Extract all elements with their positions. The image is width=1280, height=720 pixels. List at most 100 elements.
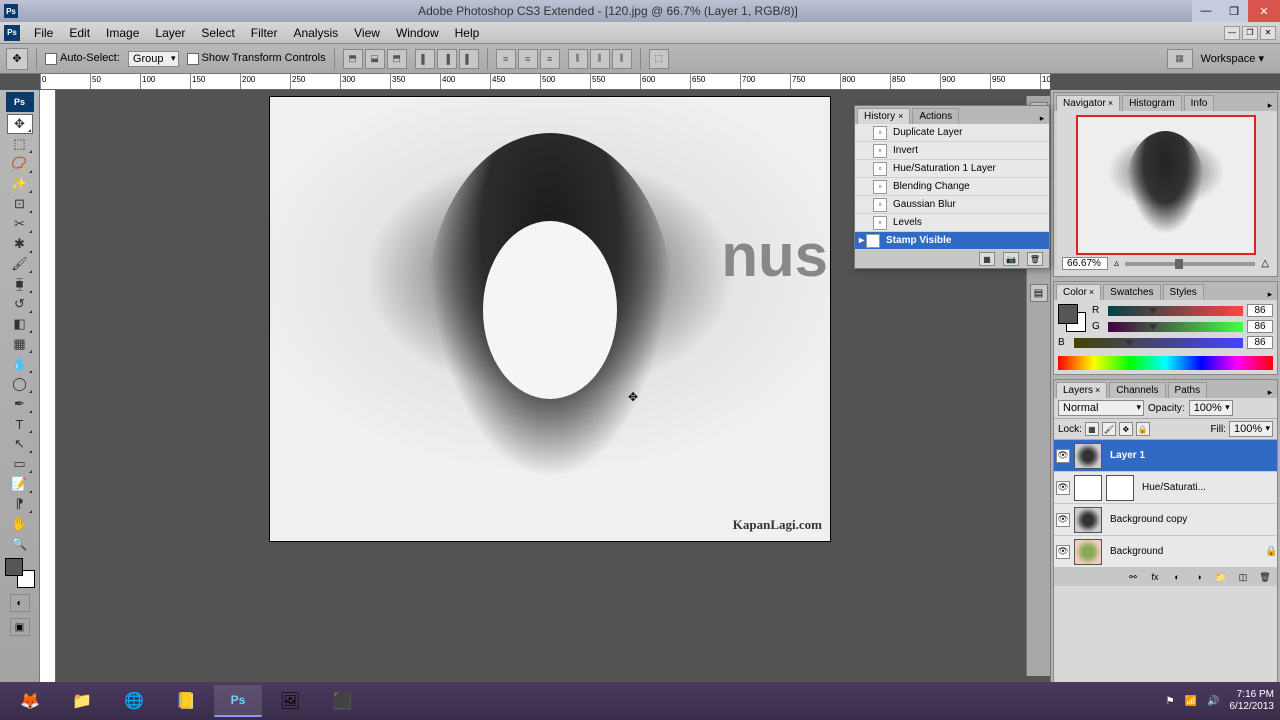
pen-tool[interactable]: ✒ <box>7 394 33 414</box>
lasso-tool[interactable]: 📿 <box>7 154 33 174</box>
link-layers-icon[interactable]: ⚯ <box>1125 570 1141 584</box>
tab-styles[interactable]: Styles <box>1163 284 1204 300</box>
gradient-tool[interactable]: ▦ <box>7 334 33 354</box>
tab-info[interactable]: Info <box>1184 95 1215 111</box>
new-doc-from-state-icon[interactable]: ▦ <box>979 252 995 266</box>
dist-bottom[interactable]: ≡ <box>540 49 560 69</box>
color-swatches[interactable] <box>5 558 35 588</box>
lock-all[interactable]: 🔒 <box>1136 422 1150 436</box>
screen-mode-toggle[interactable]: ▣ <box>10 618 30 636</box>
wand-tool[interactable]: ✨ <box>7 174 33 194</box>
navigator-thumbnail[interactable] <box>1076 115 1256 255</box>
opacity-input[interactable]: 100% <box>1189 400 1233 416</box>
workspace-dropdown[interactable]: Workspace ▾ <box>1201 52 1264 65</box>
b-slider[interactable] <box>1074 338 1243 348</box>
tray-volume-icon[interactable]: 🔊 <box>1207 696 1219 707</box>
new-layer-icon[interactable]: ◫ <box>1235 570 1251 584</box>
go-to-bridge[interactable]: ▦ <box>1167 49 1193 69</box>
color-ramp[interactable] <box>1058 356 1273 370</box>
layer-thumbnail[interactable] <box>1074 507 1102 533</box>
g-slider[interactable] <box>1108 322 1243 332</box>
tab-histogram[interactable]: Histogram <box>1122 95 1182 111</box>
taskbar-photos[interactable]: 🖼 <box>266 685 314 717</box>
history-item[interactable]: ▫Hue/Saturation 1 Layer <box>855 160 1049 178</box>
layer-row[interactable]: 👁Hue/Saturati... <box>1054 472 1277 504</box>
layer-name[interactable]: Background <box>1106 546 1261 557</box>
taskbar-photoshop[interactable]: Ps <box>214 685 262 717</box>
align-left[interactable]: ▌ <box>415 49 435 69</box>
visibility-toggle[interactable]: 👁 <box>1056 449 1070 463</box>
visibility-toggle[interactable]: 👁 <box>1056 545 1070 559</box>
tab-paths[interactable]: Paths <box>1168 382 1208 398</box>
dodge-tool[interactable]: ◯ <box>7 374 33 394</box>
align-top[interactable]: ⬒ <box>343 49 363 69</box>
menu-help[interactable]: Help <box>447 24 488 42</box>
maximize-button[interactable]: ❐ <box>1220 0 1248 22</box>
tab-color[interactable]: Color× <box>1056 284 1101 300</box>
visibility-toggle[interactable]: 👁 <box>1056 513 1070 527</box>
menu-window[interactable]: Window <box>388 24 447 42</box>
blend-mode-dropdown[interactable]: Normal <box>1058 400 1144 416</box>
brush-tool[interactable]: 🖌 <box>7 254 33 274</box>
tab-channels[interactable]: Channels <box>1109 382 1165 398</box>
zoom-out-icon[interactable]: ▵ <box>1114 258 1119 269</box>
document-canvas[interactable]: nus KapanLagi.com <box>269 96 831 542</box>
tray-clock[interactable]: 7:16 PM 6/12/2013 <box>1230 689 1275 713</box>
zoom-slider[interactable] <box>1125 262 1255 266</box>
layer-thumbnail[interactable] <box>1074 539 1102 565</box>
tab-layers[interactable]: Layers× <box>1056 382 1107 398</box>
taskbar-explorer[interactable]: 📁 <box>58 685 106 717</box>
doc-minimize[interactable]: — <box>1224 26 1240 40</box>
layer-mask-thumbnail[interactable] <box>1106 475 1134 501</box>
doc-restore[interactable]: ❐ <box>1242 26 1258 40</box>
menu-layer[interactable]: Layer <box>147 24 193 42</box>
align-right[interactable]: ▌ <box>459 49 479 69</box>
heal-tool[interactable]: ✱ <box>7 234 33 254</box>
history-item[interactable]: ▫Levels <box>855 214 1049 232</box>
dist-left[interactable]: ⫼ <box>568 49 588 69</box>
layer-name[interactable]: Hue/Saturati... <box>1138 482 1277 493</box>
auto-select-checkbox[interactable]: Auto-Select: <box>45 52 120 64</box>
blur-tool[interactable]: 💧 <box>7 354 33 374</box>
menu-select[interactable]: Select <box>193 24 242 42</box>
taskbar-app[interactable]: ⬛ <box>318 685 366 717</box>
taskbar-notes[interactable]: 📒 <box>162 685 210 717</box>
auto-select-dropdown[interactable]: Group <box>128 51 179 67</box>
move-tool-indicator[interactable]: ✥ <box>6 48 28 70</box>
zoom-value-input[interactable]: 66.67% <box>1062 257 1108 270</box>
b-input[interactable]: 86 <box>1247 336 1273 349</box>
notes-tool[interactable]: 📝 <box>7 474 33 494</box>
hand-tool[interactable]: ✋ <box>7 514 33 534</box>
tray-flag-icon[interactable]: ⚑ <box>1166 696 1175 707</box>
menu-filter[interactable]: Filter <box>243 24 286 42</box>
delete-state-icon[interactable]: 🗑 <box>1027 252 1043 266</box>
close-button[interactable]: ✕ <box>1248 0 1280 22</box>
layer-style-icon[interactable]: fx <box>1147 570 1163 584</box>
layer-mask-icon[interactable]: ◐ <box>1169 570 1185 584</box>
menu-analysis[interactable]: Analysis <box>285 24 346 42</box>
minimize-button[interactable]: — <box>1192 0 1220 22</box>
type-tool[interactable]: T <box>7 414 33 434</box>
eraser-tool[interactable]: ◧ <box>7 314 33 334</box>
tab-actions[interactable]: Actions <box>912 108 959 124</box>
foreground-color[interactable] <box>5 558 23 576</box>
tab-navigator[interactable]: Navigator× <box>1056 95 1120 111</box>
tab-history[interactable]: History× <box>857 108 910 124</box>
dist-vcenter[interactable]: ≡ <box>518 49 538 69</box>
crop-tool[interactable]: ⊡ <box>7 194 33 214</box>
marquee-tool[interactable]: ⬚ <box>7 134 33 154</box>
layer-thumbnail[interactable] <box>1074 475 1102 501</box>
history-item[interactable]: ▫Invert <box>855 142 1049 160</box>
path-tool[interactable]: ↖ <box>7 434 33 454</box>
history-item[interactable]: ▫Blending Change <box>855 178 1049 196</box>
align-vcenter[interactable]: ⬓ <box>365 49 385 69</box>
history-item[interactable]: ▸▫Stamp Visible <box>855 232 1049 250</box>
stamp-tool[interactable]: ⧯ <box>7 274 33 294</box>
adjustment-layer-icon[interactable]: ◑ <box>1191 570 1207 584</box>
layer-name[interactable]: Background copy <box>1106 514 1277 525</box>
fg-color-swatch[interactable] <box>1058 304 1078 324</box>
zoom-in-icon[interactable]: △ <box>1261 258 1269 269</box>
ps-menu-icon[interactable]: Ps <box>4 25 20 41</box>
dist-top[interactable]: ≡ <box>496 49 516 69</box>
menu-view[interactable]: View <box>346 24 388 42</box>
